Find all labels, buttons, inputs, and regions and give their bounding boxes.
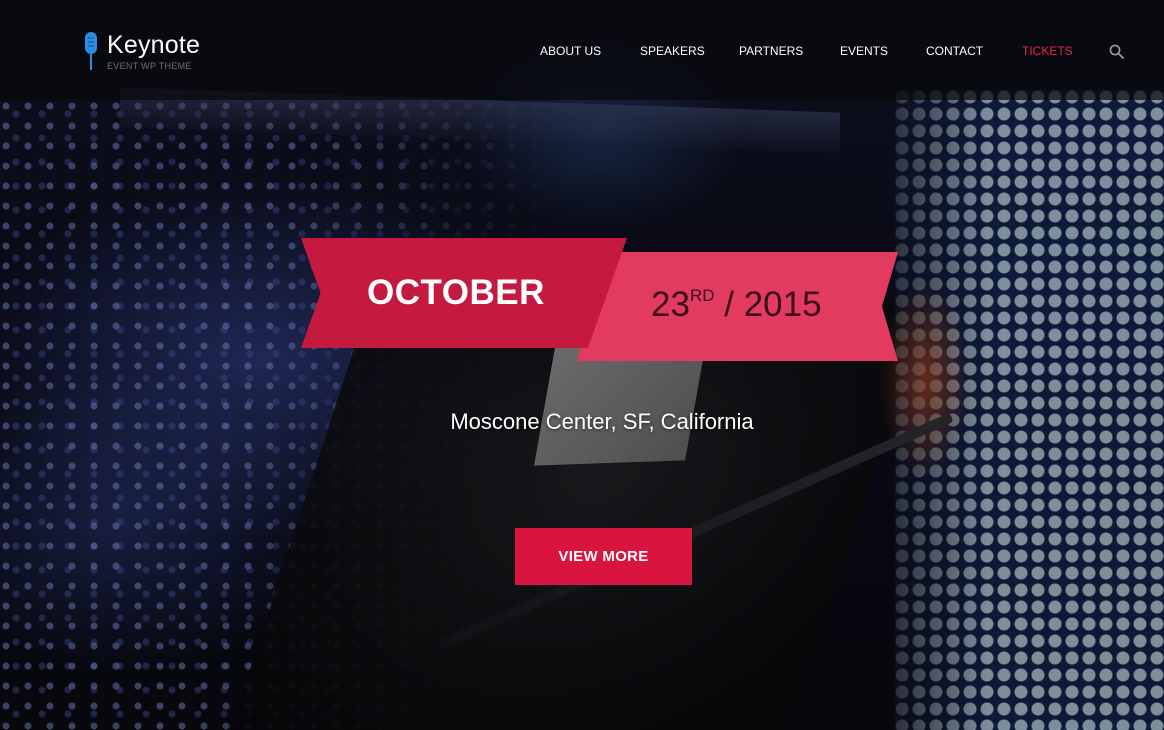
- event-venue: Moscone Center, SF, California: [450, 409, 754, 434]
- event-date: 23RD / 2015: [651, 284, 822, 326]
- logo-tagline: EVENT WP THEME: [107, 61, 192, 71]
- nav-item-events[interactable]: EVENTS: [840, 43, 888, 59]
- event-day: 23: [651, 285, 690, 324]
- event-year: 2015: [743, 285, 822, 324]
- main-nav: ABOUT US SPEAKERS PARTNERS EVENTS CONTAC…: [0, 43, 1164, 61]
- date-separator: /: [724, 285, 734, 324]
- nav-item-about-us[interactable]: ABOUT US: [540, 43, 601, 59]
- event-day-suffix: RD: [689, 286, 715, 305]
- event-month: OCTOBER: [367, 273, 545, 312]
- nav-item-speakers[interactable]: SPEAKERS: [640, 43, 705, 59]
- nav-item-contact[interactable]: CONTACT: [926, 43, 983, 59]
- site-header: Keynote EVENT WP THEME ABOUT US SPEAKERS…: [0, 0, 1164, 100]
- page: Keynote EVENT WP THEME ABOUT US SPEAKERS…: [0, 0, 1164, 730]
- nav-item-tickets[interactable]: TICKETS: [1022, 43, 1073, 59]
- nav-item-partners[interactable]: PARTNERS: [739, 43, 803, 59]
- hero-background-image: [0, 0, 1164, 730]
- background-overlay: [0, 0, 1164, 730]
- search-icon[interactable]: [1109, 44, 1124, 59]
- view-more-button[interactable]: VIEW MORE: [515, 528, 692, 585]
